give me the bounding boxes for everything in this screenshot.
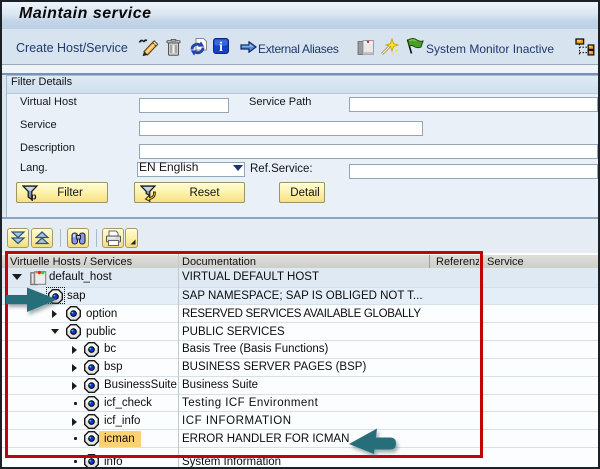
svg-text:i: i <box>219 39 223 54</box>
